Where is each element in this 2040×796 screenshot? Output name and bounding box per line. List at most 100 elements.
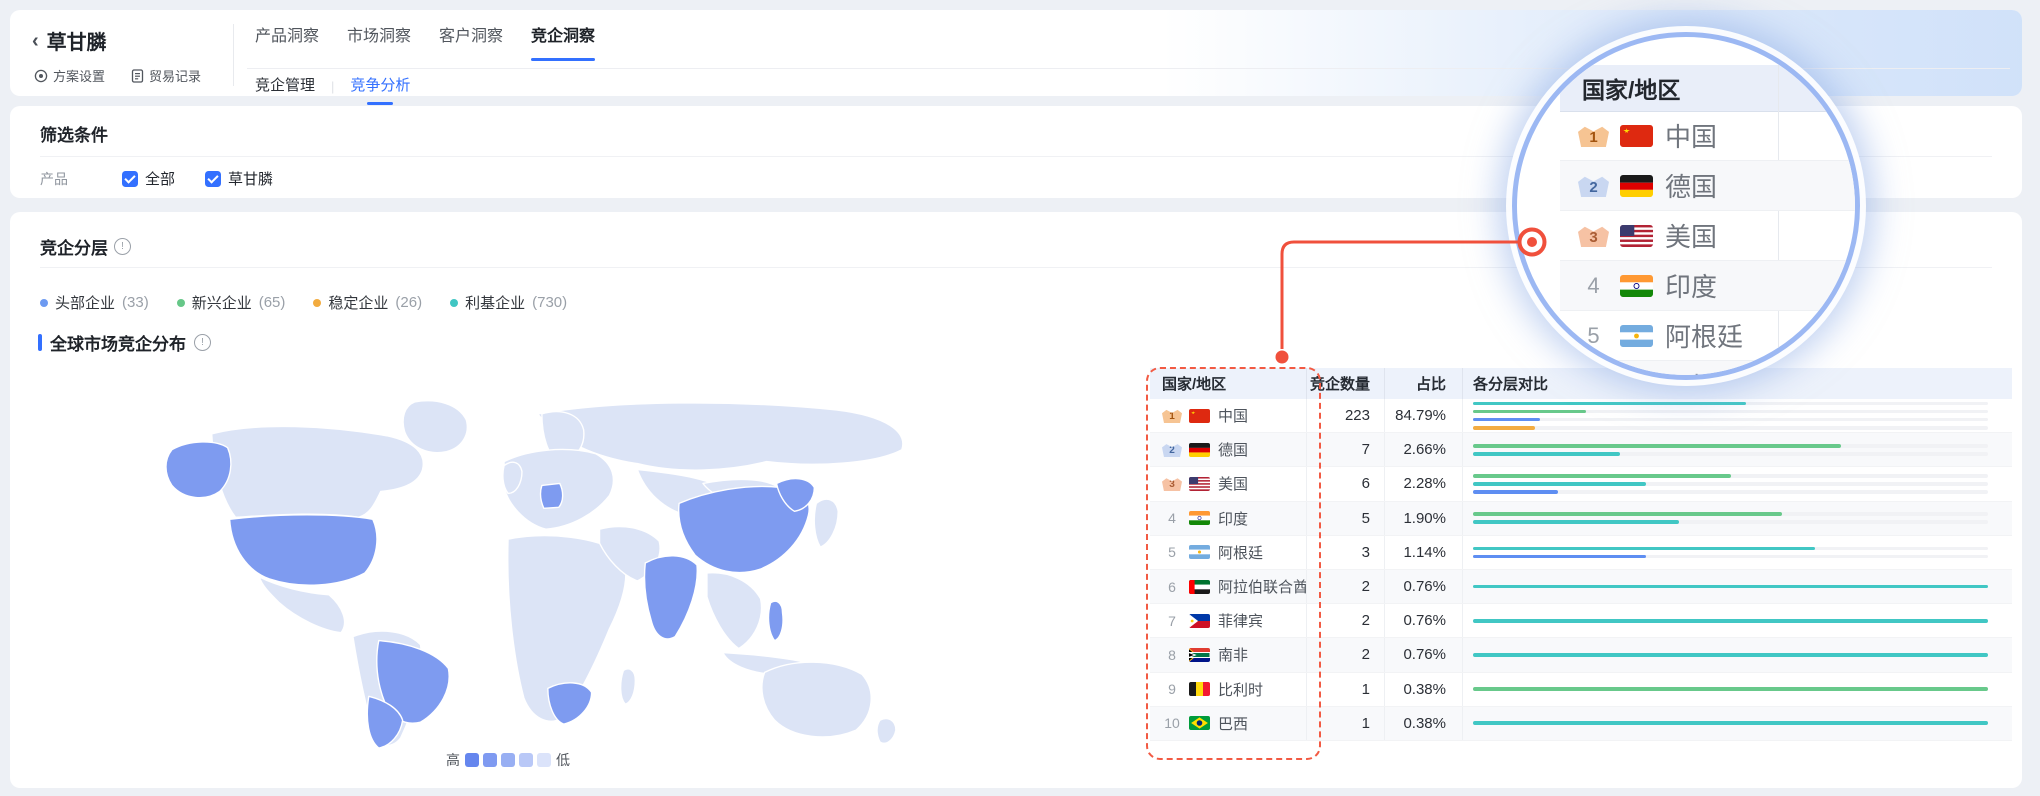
competitor-count-cell: 2 [1307,638,1385,671]
table-row-ph[interactable]: 7菲律宾20.76% [1150,604,2012,638]
legend-count: (730) [532,294,567,311]
magnifier-bubble: 国家/地区 1中国2德国3美国4印度5阿根廷6阿拉伯联合酋长国 [1512,32,1860,380]
legend-color-swatch [501,753,515,767]
tier-bar-niche [1473,482,1646,486]
tier-bar-niche [1473,721,1988,725]
table-row-br[interactable]: 10巴西10.38% [1150,707,2012,741]
rank-3-medal-icon: 3 [1578,224,1609,247]
tier-bar-track [1473,512,1988,516]
table-row-be[interactable]: 9比利时10.38% [1150,673,2012,707]
checkbox-全部[interactable]: 全部 [122,168,175,189]
scheme-settings-button[interactable]: 方案设置 [34,66,105,85]
tier-bars-cell [1463,502,2012,535]
table-header-cell: 国家/地区 [1150,368,1307,399]
tier-bars-cell [1463,570,2012,603]
competitor-count-cell: 6 [1307,467,1385,500]
rank-number: 6 [1162,579,1182,595]
world-map-chart[interactable]: .ml{fill:#dce4f6;} .mh{fill:#7e9bf0;} [118,392,918,750]
country-name: 南非 [1218,644,1248,665]
flag-cn-icon [1620,125,1653,147]
table-row-ae[interactable]: 6阿拉伯联合酋长国20.76% [1150,570,2012,604]
checkbox-checked-icon[interactable] [122,171,138,187]
percent-cell: 0.76% [1385,570,1463,603]
tier-bar-niche [1473,653,1988,657]
page-title: 草甘膦 [47,26,107,55]
percent-cell: 84.79% [1385,399,1463,432]
legend-label: 新兴企业 [192,292,252,313]
rank-2-medal-icon: 2 [1162,442,1182,457]
country-name: 阿根廷 [1218,542,1263,563]
map-country-alaska [166,442,231,498]
filter-title: 筛选条件 [40,121,108,146]
checkbox-label: 草甘膦 [228,168,273,189]
magnifier-rows: 1中国2德国3美国4印度5阿根廷6阿拉伯联合酋长国 [1560,111,1855,380]
rank-1-medal-icon: 1 [1162,408,1182,423]
legend-item-利基企业[interactable]: 利基企业(730) [450,292,567,313]
legend-dot-icon [177,299,185,307]
subtab-竞企管理[interactable]: 竞企管理 [255,74,315,99]
sub-tab-bar: 竞企管理|竞争分析 [255,74,410,99]
legend-dot-icon [313,299,321,307]
legend-item-新兴企业[interactable]: 新兴企业(65) [177,292,286,313]
tier-bar-track [1473,474,1988,478]
magnifier-row-us: 3美国 [1560,211,1855,261]
back-chevron-icon[interactable]: ‹ [32,31,39,51]
tier-bar-track [1473,547,1988,551]
rank-1-medal-icon: 1 [1578,124,1609,147]
table-row-za[interactable]: 8南非20.76% [1150,638,2012,672]
table-row-cn[interactable]: 1中国22384.79% [1150,399,2012,433]
tier-bar-emerging [1473,512,1782,516]
tier-bar-track [1473,452,1988,456]
table-body: 1中国22384.79%2德国72.66%3美国62.28%4印度51.90%5… [1150,399,2012,741]
rank-number: 4 [1162,510,1182,526]
tier-bars-cell [1463,604,2012,637]
info-icon[interactable]: ! [194,334,211,351]
trade-records-button[interactable]: 贸易记录 [131,66,201,85]
competitor-count-cell: 3 [1307,536,1385,569]
checkbox-草甘膦[interactable]: 草甘膦 [205,168,273,189]
percent-cell: 0.38% [1385,707,1463,740]
flag-br-icon [1189,716,1210,730]
tab-市场洞察[interactable]: 市场洞察 [347,22,411,60]
legend-item-头部企业[interactable]: 头部企业(33) [40,292,149,313]
legend-color-scale [465,753,551,767]
legend-count: (33) [122,294,149,311]
tier-bar-track [1473,482,1988,486]
product-filter-row: 产品 全部草甘膦 [40,168,303,189]
legend-color-swatch [537,753,551,767]
table-header-cell: 占比 [1385,368,1463,399]
legend-low-label: 低 [556,750,570,770]
percent-cell: 1.14% [1385,536,1463,569]
flag-in-icon [1620,275,1653,297]
legend-item-稳定企业[interactable]: 稳定企业(26) [313,292,422,313]
tab-竞企洞察[interactable]: 竞企洞察 [531,22,595,60]
flag-ae-icon [1189,580,1210,594]
tier-bar-track [1473,444,1988,448]
flag-ar-icon [1620,325,1653,347]
legend-dot-icon [450,299,458,307]
competitor-count-cell: 1 [1307,673,1385,706]
tier-bar-niche [1473,585,1988,589]
table-row-ar[interactable]: 5阿根廷31.14% [1150,536,2012,570]
table-row-us[interactable]: 3美国62.28% [1150,467,2012,501]
checkbox-checked-icon[interactable] [205,171,221,187]
map-country-philippines [769,601,784,640]
legend-dot-icon [40,299,48,307]
map-color-legend: 高 低 [446,750,570,770]
tier-bar-track [1473,653,1988,657]
table-row-de[interactable]: 2德国72.66% [1150,433,2012,467]
breadcrumb: ‹ 草甘膦 [32,26,107,55]
tab-产品洞察[interactable]: 产品洞察 [255,22,319,60]
subtab-竞争分析[interactable]: 竞争分析 [350,74,410,99]
country-name: 巴西 [1218,713,1248,734]
tier-bar-track [1473,721,1988,725]
tab-客户洞察[interactable]: 客户洞察 [439,22,503,60]
rank-number: 4 [1578,273,1609,299]
legend-high-label: 高 [446,750,460,770]
tier-bar-niche [1473,402,1746,406]
rank-2-medal-icon: 2 [1578,174,1609,197]
table-row-in[interactable]: 4印度51.90% [1150,502,2012,536]
info-icon[interactable]: ! [114,238,131,255]
tier-bar-track [1473,555,1988,559]
country-cell: 2德国 [1150,433,1307,466]
